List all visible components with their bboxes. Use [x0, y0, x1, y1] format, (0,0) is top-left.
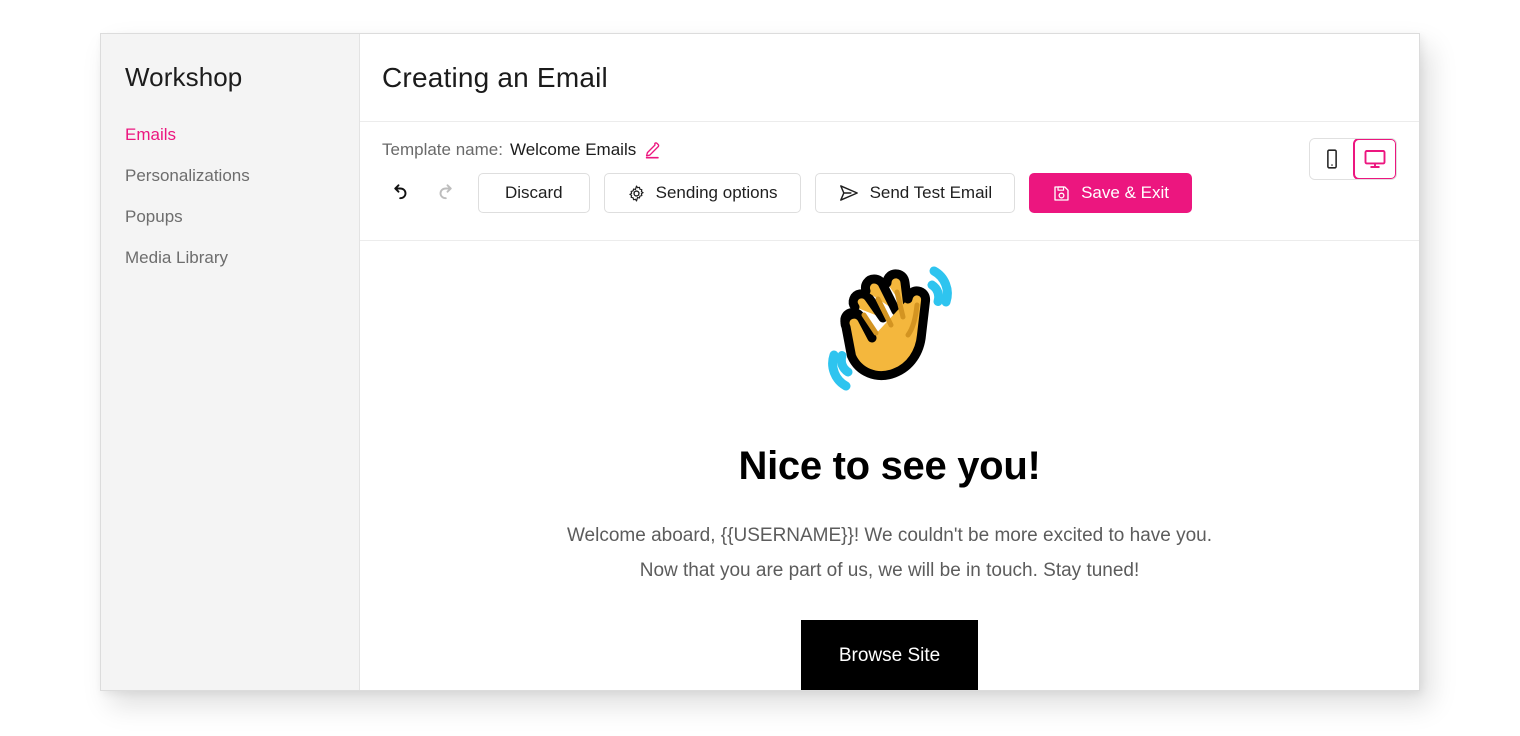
sidebar-title: Workshop [125, 62, 243, 92]
toolbar-actions: Discard Sending options Send Test Email … [382, 173, 1397, 213]
sidebar-item-popups[interactable]: Popups [101, 197, 359, 238]
desktop-preview-button[interactable] [1353, 139, 1396, 179]
app-window: Workshop Emails Personalizations Popups … [100, 33, 1420, 691]
page-header: Creating an Email [360, 34, 1419, 122]
sidebar-nav: Emails Personalizations Popups Media Lib… [101, 115, 359, 279]
template-name-value: Welcome Emails [509, 140, 637, 159]
pencil-edit-icon[interactable] [643, 141, 661, 159]
sidebar-item-label: Personalizations [125, 165, 250, 185]
sidebar-item-label: Emails [125, 125, 177, 144]
email-paragraph-line-1: Welcome aboard, {{USERNAME}}! We couldn'… [566, 525, 1213, 546]
send-test-email-button[interactable]: Send Test Email [814, 173, 1016, 213]
discard-button[interactable]: Discard [478, 173, 590, 213]
mobile-preview-button[interactable] [1310, 139, 1354, 179]
sidebar-item-emails[interactable]: Emails [101, 115, 359, 156]
gear-icon [627, 184, 646, 203]
sending-options-label: Sending options [655, 183, 778, 202]
browse-site-label: Browse Site [838, 645, 941, 667]
email-heading: Nice to see you! [738, 444, 1041, 488]
mobile-phone-icon [1322, 148, 1342, 170]
device-preview-toggle [1309, 138, 1397, 180]
sidebar-item-personalizations[interactable]: Personalizations [101, 156, 359, 197]
undo-arrow-icon[interactable] [382, 178, 416, 208]
waving-hand-emoji [815, 255, 965, 408]
desktop-monitor-icon [1363, 148, 1387, 170]
template-name-row: Template name: Welcome Emails [382, 140, 1397, 160]
email-paragraph-line-2: Now that you are part of us, we will be … [639, 559, 1140, 581]
main-content: Creating an Email Template name: Welcome… [360, 34, 1419, 690]
browse-site-cta-button[interactable]: Browse Site [800, 620, 979, 690]
send-test-email-label: Send Test Email [869, 183, 993, 202]
editor-toolbar: Template name: Welcome Emails Discard Se… [360, 122, 1419, 241]
save-and-exit-label: Save & Exit [1081, 183, 1169, 202]
template-name-label: Template name: [382, 140, 503, 159]
redo-arrow-icon[interactable] [430, 178, 464, 208]
save-and-exit-button[interactable]: Save & Exit [1029, 173, 1192, 213]
sidebar-item-media-library[interactable]: Media Library [101, 238, 359, 279]
sending-options-button[interactable]: Sending options [603, 173, 801, 213]
sidebar: Workshop Emails Personalizations Popups … [101, 34, 360, 690]
page-title: Creating an Email [382, 61, 608, 93]
sidebar-item-label: Popups [125, 206, 183, 226]
email-preview-canvas: Nice to see you! Welcome aboard, {{USERN… [360, 241, 1419, 690]
send-plane-icon [838, 183, 860, 203]
sidebar-item-label: Media Library [125, 247, 228, 267]
discard-button-label: Discard [505, 183, 563, 202]
floppy-save-icon [1052, 184, 1071, 203]
